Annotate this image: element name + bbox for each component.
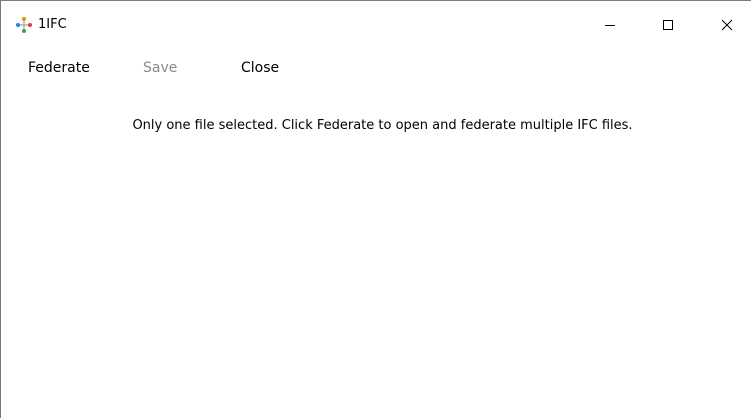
maximize-icon xyxy=(662,16,674,35)
minimize-button[interactable] xyxy=(587,1,633,49)
maximize-button[interactable] xyxy=(645,1,691,49)
close-button[interactable]: Close xyxy=(241,59,279,77)
title-bar[interactable]: 1IFC xyxy=(1,1,751,49)
federate-button[interactable]: Federate xyxy=(28,59,90,77)
app-window: 1IFC Federate Save Close Only one file s… xyxy=(0,0,751,418)
window-title: 1IFC xyxy=(38,17,67,32)
save-button[interactable]: Save xyxy=(143,59,177,77)
menu-bar: Federate Save Close xyxy=(1,53,751,81)
status-message: Only one file selected. Click Federate t… xyxy=(132,118,633,133)
close-icon xyxy=(721,16,733,35)
close-window-button[interactable] xyxy=(704,1,750,49)
minimize-icon xyxy=(604,16,616,35)
federation-network-icon xyxy=(15,16,33,34)
